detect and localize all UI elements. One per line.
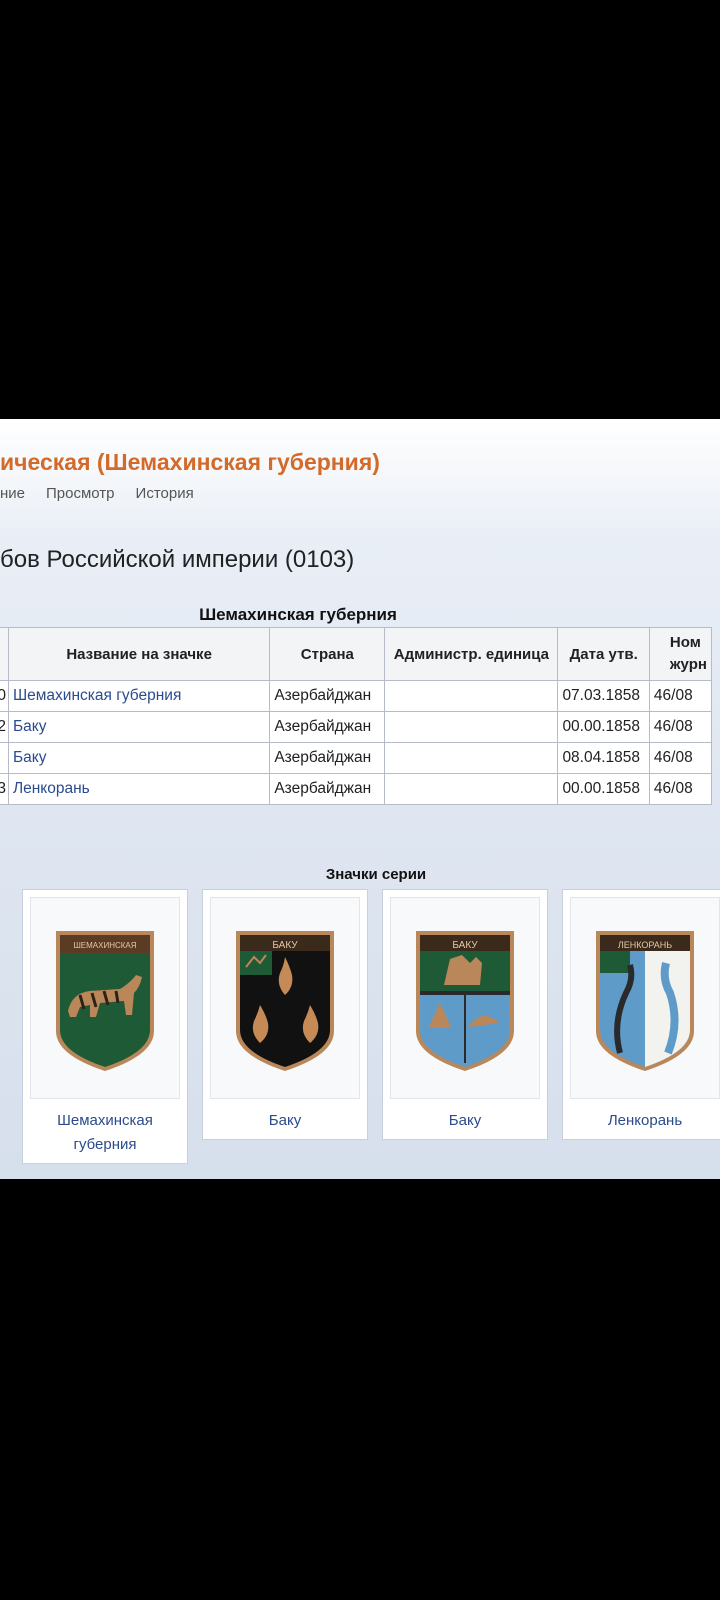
section-subtitle: бов Российской империи (0103) [0, 546, 355, 573]
tab-view[interactable]: Просмотр [46, 485, 115, 502]
col-header-num [0, 627, 9, 681]
gallery-image[interactable]: ЛЕНКОРАНЬ [570, 897, 720, 1099]
gallery-item[interactable]: БАКУ Баку [382, 889, 548, 1140]
table-row: 3 Ленкорань Азербайджан 00.00.1858 46/08 [0, 773, 713, 805]
row-journal: 46/08 [648, 773, 713, 805]
row-date: 00.00.1858 [557, 711, 650, 743]
shemakha-badge-icon: ШЕМАХИНСКАЯ [56, 931, 154, 1071]
gallery-caption[interactable]: Шемахинская губерния [23, 1099, 187, 1163]
row-journal: 46/08 [648, 711, 713, 743]
row-country: Азербайджан [269, 773, 386, 805]
gallery-caption[interactable]: Ленкорань [563, 1099, 720, 1139]
row-name-link[interactable]: Баку [7, 711, 271, 743]
svg-text:БАКУ: БАКУ [272, 940, 298, 951]
row-num: 2 [0, 711, 9, 743]
col-header-country[interactable]: Страна [269, 627, 386, 681]
row-journal: 46/08 [648, 680, 713, 712]
row-name-link[interactable]: Шемахинская губерния [7, 680, 271, 712]
svg-text:ЛЕНКОРАНЬ: ЛЕНКОРАНЬ [618, 940, 672, 950]
page: ическая (Шемахинская губерния) ние Просм… [0, 419, 720, 1179]
row-date: 07.03.1858 [557, 680, 650, 712]
row-num [0, 742, 9, 774]
row-date: 00.00.1858 [557, 773, 650, 805]
gallery-item[interactable]: БАКУ Баку [202, 889, 368, 1140]
col-header-journal-line2: журн [669, 656, 707, 673]
page-title: ическая (Шемахинская губерния) [0, 449, 380, 475]
col-header-admin[interactable]: Администр. единица [384, 627, 559, 681]
table-row: Баку Азербайджан 08.04.1858 46/08 [0, 742, 713, 774]
row-country: Азербайджан [269, 711, 386, 743]
row-admin [384, 680, 559, 712]
row-admin [384, 711, 559, 743]
table-row: 0 Шемахинская губерния Азербайджан 07.03… [0, 680, 713, 712]
baku-black-badge-icon: БАКУ [236, 931, 334, 1071]
badges-table: Название на значке Страна Администр. еди… [0, 627, 713, 805]
col-header-journal-line1: Ном [669, 634, 701, 651]
gallery-image[interactable]: БАКУ [210, 897, 360, 1099]
table-caption: Шемахинская губерния [199, 605, 397, 624]
col-header-name[interactable]: Название на значке [7, 627, 271, 681]
lenkoran-badge-icon: ЛЕНКОРАНЬ [596, 931, 694, 1071]
gallery-caption[interactable]: Баку [383, 1099, 547, 1139]
row-country: Азербайджан [269, 680, 386, 712]
svg-text:ШЕМАХИНСКАЯ: ШЕМАХИНСКАЯ [73, 941, 136, 950]
svg-text:БАКУ: БАКУ [452, 940, 478, 951]
table-row: 2 Баку Азербайджан 00.00.1858 46/08 [0, 711, 713, 743]
tab-history[interactable]: История [136, 485, 194, 502]
col-header-journal[interactable]: Ном журн [648, 627, 713, 681]
gallery-item[interactable]: ШЕМАХИНСКАЯ Шемахинская губерния [22, 889, 188, 1164]
row-num: 3 [0, 773, 9, 805]
row-country: Азербайджан [269, 742, 386, 774]
row-admin [384, 742, 559, 774]
gallery-item[interactable]: ЛЕНКОРАНЬ Ленкорань [562, 889, 720, 1140]
row-admin [384, 773, 559, 805]
row-num: 0 [0, 680, 9, 712]
row-date: 08.04.1858 [557, 742, 650, 774]
baku-blue-badge-icon: БАКУ [416, 931, 514, 1071]
table-header-row: Название на значке Страна Администр. еди… [0, 627, 713, 681]
page-tabs: ние Просмотр История [0, 485, 194, 502]
row-name-link[interactable]: Баку [7, 742, 271, 774]
gallery-image[interactable]: ШЕМАХИНСКАЯ [30, 897, 180, 1099]
gallery-image[interactable]: БАКУ [390, 897, 540, 1099]
gallery-caption[interactable]: Баку [203, 1099, 367, 1139]
gallery-title: Значки серии [325, 866, 427, 883]
row-name-link[interactable]: Ленкорань [7, 773, 271, 805]
tab-edit[interactable]: ние [0, 485, 25, 502]
row-journal: 46/08 [648, 742, 713, 774]
col-header-date[interactable]: Дата утв. [557, 627, 650, 681]
